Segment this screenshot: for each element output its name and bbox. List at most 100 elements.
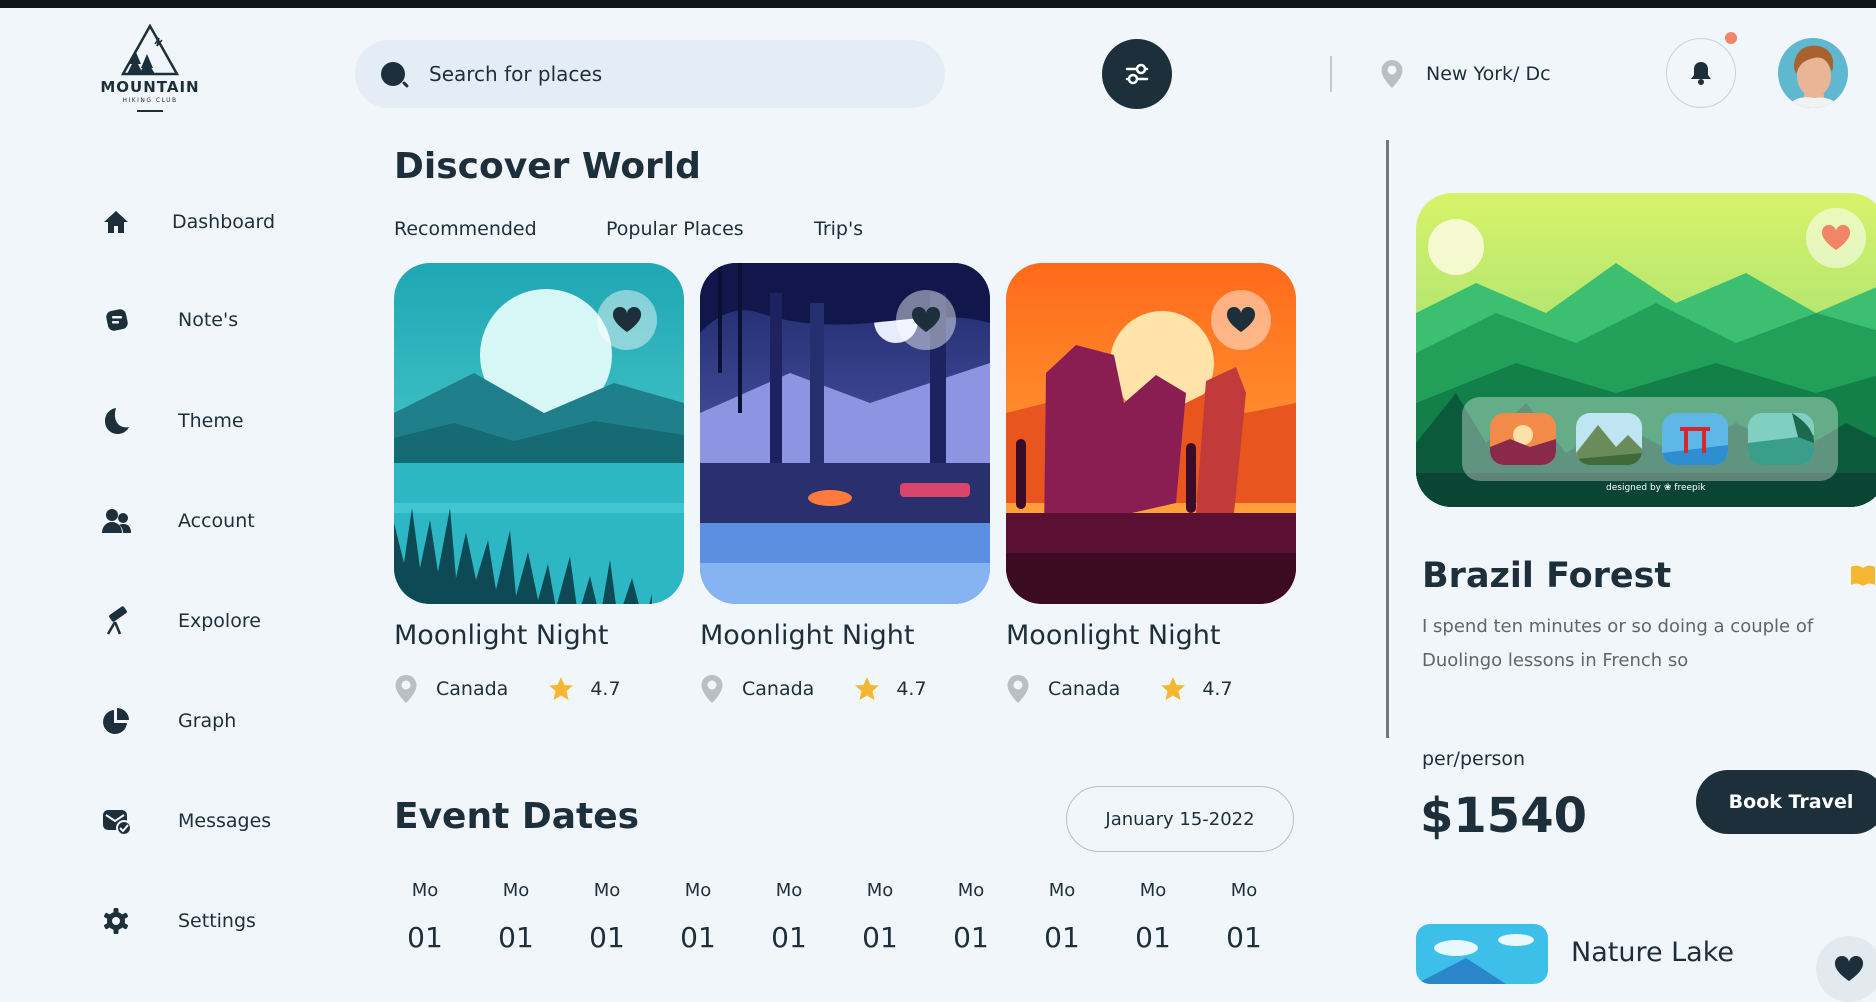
sidebar-item-explore[interactable]: Expolore [96, 601, 356, 641]
tab-popular-places[interactable]: Popular Places [606, 218, 744, 240]
favorite-button[interactable] [1816, 936, 1876, 1002]
location-pin-icon [395, 675, 417, 703]
day-number: 01 [1226, 921, 1262, 954]
location-pin-icon [1381, 60, 1403, 88]
sliders-icon [1125, 63, 1149, 85]
date-range-button[interactable]: January 15-2022 [1066, 786, 1294, 852]
place-card-location: Canada [1048, 678, 1121, 700]
panel-divider [1386, 140, 1389, 738]
day-number: 01 [1044, 921, 1080, 954]
heart-icon [1821, 225, 1851, 250]
calendar-day[interactable]: Mo 01 [1032, 880, 1092, 954]
users-icon [96, 501, 136, 541]
brand-underline [137, 110, 163, 112]
bell-icon [1691, 62, 1711, 85]
day-name: Mo [1048, 880, 1076, 901]
thumbnail-strip [1462, 397, 1838, 481]
book-icon[interactable] [1850, 564, 1876, 592]
notification-badge [1725, 32, 1737, 44]
notifications-button[interactable] [1666, 38, 1736, 108]
sidebar-item-messages[interactable]: Messages [96, 801, 356, 841]
thumbnail-shrine[interactable] [1662, 413, 1728, 465]
day-name: Mo [957, 880, 985, 901]
place-card-image[interactable] [1006, 263, 1296, 604]
next-place-title: Nature Lake [1571, 937, 1735, 968]
calendar-day[interactable]: Mo 01 [486, 880, 546, 954]
search-bar[interactable] [355, 40, 945, 108]
day-number: 01 [498, 921, 534, 954]
star-icon [855, 677, 880, 700]
brand-title: MOUNTAIN [100, 78, 200, 96]
place-card-image[interactable] [700, 263, 990, 604]
calendar-day[interactable]: Mo 01 [1214, 880, 1274, 954]
day-name: Mo [684, 880, 712, 901]
calendar-day[interactable]: Mo 01 [941, 880, 1001, 954]
notes-icon [96, 300, 136, 340]
day-name: Mo [866, 880, 894, 901]
favorite-button[interactable] [1211, 290, 1271, 350]
day-number: 01 [771, 921, 807, 954]
sidebar-item-settings[interactable]: Settings [96, 901, 356, 941]
user-avatar[interactable] [1778, 38, 1848, 108]
sidebar-item-notes[interactable]: Note's [96, 300, 356, 340]
thumbnail-jungle[interactable] [1748, 413, 1814, 465]
pie-chart-icon [96, 701, 136, 741]
sidebar-item-dashboard[interactable]: Dashboard [96, 202, 356, 242]
day-number: 01 [407, 921, 443, 954]
heart-icon [1834, 956, 1864, 981]
sidebar-item-label: Account [178, 510, 255, 532]
next-place-thumbnail[interactable] [1416, 924, 1548, 984]
mountain-logo-icon [121, 24, 179, 76]
calendar-day[interactable]: Mo 01 [759, 880, 819, 954]
location-pin-icon [1007, 675, 1029, 703]
place-card-location: Canada [436, 678, 509, 700]
sidebar-item-label: Expolore [178, 610, 261, 632]
heart-icon [911, 307, 941, 332]
calendar-day[interactable]: Mo 01 [577, 880, 637, 954]
calendar-day[interactable]: Mo 01 [850, 880, 910, 954]
sidebar-item-graph[interactable]: Graph [96, 701, 356, 741]
thumbnail-sunset[interactable] [1490, 413, 1556, 465]
featured-place-title: Brazil Forest [1422, 556, 1672, 596]
favorite-button[interactable] [597, 290, 657, 350]
lake-thumbnail-image [1416, 924, 1548, 984]
sidebar-item-account[interactable]: Account [96, 501, 356, 541]
favorite-button[interactable] [1806, 208, 1866, 268]
calendar-day[interactable]: Mo 01 [1123, 880, 1183, 954]
featured-place-description: I spend ten minutes or so doing a couple… [1422, 616, 1814, 671]
day-number: 01 [589, 921, 625, 954]
image-credit: designed by ❀ freepik [1606, 483, 1706, 493]
current-location[interactable]: New York/ Dc [1380, 56, 1551, 92]
day-name: Mo [1230, 880, 1258, 901]
discover-heading: Discover World [394, 146, 701, 187]
favorite-button[interactable] [896, 290, 956, 350]
book-travel-button[interactable]: Book Travel [1696, 770, 1876, 834]
message-check-icon [96, 801, 136, 841]
place-card-image[interactable] [394, 263, 684, 604]
sidebar-item-label: Messages [178, 810, 272, 832]
current-location-label: New York/ Dc [1426, 63, 1551, 85]
sidebar-item-theme[interactable]: Theme [96, 401, 356, 441]
sidebar-item-label: Dashboard [172, 211, 276, 233]
filter-button[interactable] [1102, 39, 1172, 109]
moon-icon [96, 401, 136, 441]
gear-icon [96, 901, 136, 941]
tab-trips[interactable]: Trip's [814, 218, 863, 240]
search-input[interactable] [427, 61, 911, 87]
featured-place-image[interactable]: designed by ❀ freepik [1416, 193, 1876, 507]
star-icon [1161, 677, 1186, 700]
day-name: Mo [411, 880, 439, 901]
place-card-title: Moonlight Night [1006, 620, 1221, 651]
day-name: Mo [593, 880, 621, 901]
brand-logo[interactable]: MOUNTAIN HIKING CLUB [98, 24, 202, 112]
search-icon [381, 62, 405, 86]
sidebar-item-label: Theme [178, 410, 244, 432]
calendar-day[interactable]: Mo 01 [395, 880, 455, 954]
sidebar-item-label: Graph [178, 710, 237, 732]
place-card-meta: Canada 4.7 [1006, 672, 1233, 706]
calendar-day[interactable]: Mo 01 [668, 880, 728, 954]
home-icon [96, 202, 136, 242]
thumbnail-mountains[interactable] [1576, 413, 1642, 465]
day-name: Mo [502, 880, 530, 901]
tab-recommended[interactable]: Recommended [394, 218, 537, 240]
